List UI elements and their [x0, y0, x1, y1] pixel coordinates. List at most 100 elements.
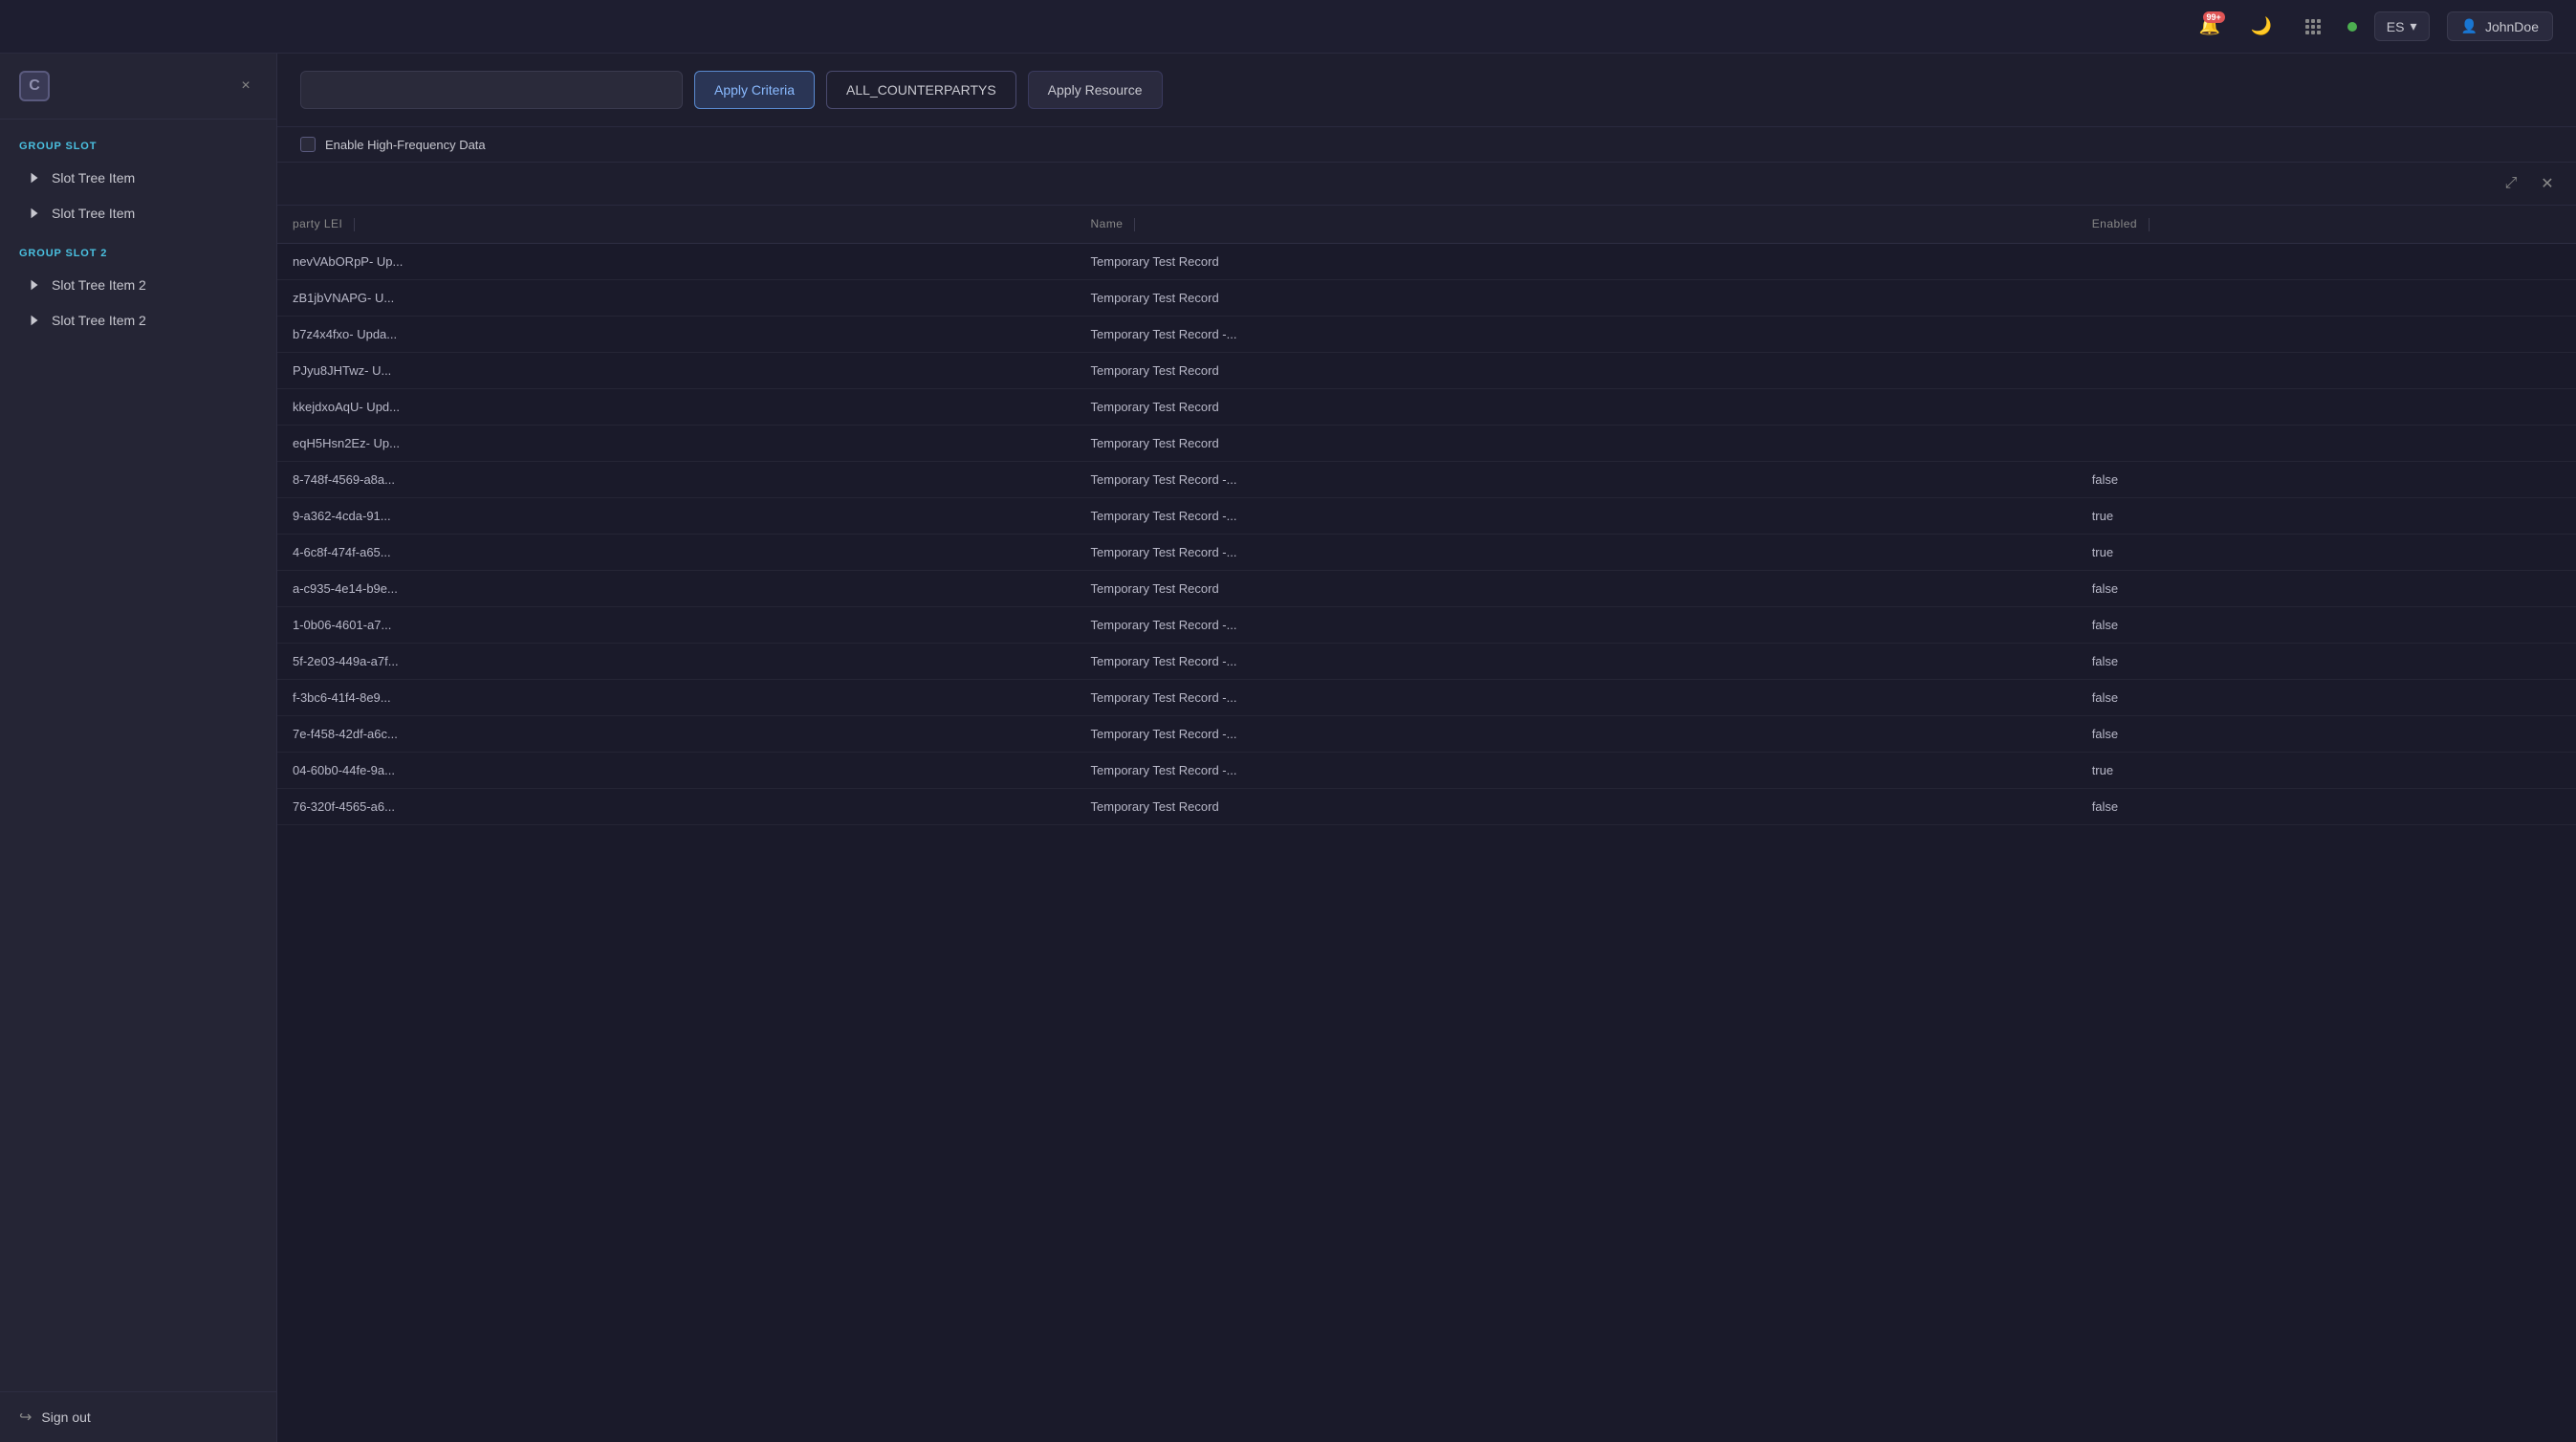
col-header-enabled: Enabled [2077, 206, 2576, 243]
sidebar-item-slot-tree-1[interactable]: Slot Tree Item [8, 161, 269, 195]
cell-lei: b7z4x4fxo- Upda... [277, 316, 1076, 352]
col-header-name: Name [1076, 206, 2077, 243]
sidebar-item-slot-tree-4[interactable]: Slot Tree Item 2 [8, 303, 269, 338]
apply-resource-label: Apply Resource [1048, 82, 1143, 98]
cell-name: Temporary Test Record -... [1076, 461, 2077, 497]
cell-lei: 5f-2e03-449a-a7f... [277, 643, 1076, 679]
cell-enabled: false [2077, 570, 2576, 606]
cell-enabled: false [2077, 715, 2576, 752]
sidebar-header: C × [0, 54, 276, 120]
table-row[interactable]: 5f-2e03-449a-a7f...Temporary Test Record… [277, 643, 2576, 679]
all-counterpartys-button[interactable]: ALL_COUNTERPARTYS [826, 71, 1016, 109]
search-input[interactable] [300, 71, 683, 109]
table-row[interactable]: PJyu8JHTwz- U...Temporary Test Record [277, 352, 2576, 388]
sidebar-content: GROUP SLOT Slot Tree Item Slot Tree Item… [0, 120, 276, 1391]
cell-lei: f-3bc6-41f4-8e9... [277, 679, 1076, 715]
table-row[interactable]: 76-320f-4565-a6...Temporary Test Recordf… [277, 788, 2576, 824]
group-slot-1-label: GROUP SLOT [0, 135, 276, 160]
enable-hf-checkbox[interactable] [300, 137, 316, 152]
table-row[interactable]: 7e-f458-42df-a6c...Temporary Test Record… [277, 715, 2576, 752]
cell-lei: 9-a362-4cda-91... [277, 497, 1076, 534]
cell-enabled: false [2077, 606, 2576, 643]
cell-name: Temporary Test Record -... [1076, 316, 2077, 352]
apply-criteria-button[interactable]: Apply Criteria [694, 71, 815, 109]
cell-lei: eqH5Hsn2Ez- Up... [277, 425, 1076, 461]
sidebar-item-slot-tree-2[interactable]: Slot Tree Item [8, 196, 269, 230]
cell-lei: a-c935-4e14-b9e... [277, 570, 1076, 606]
col-sep-1 [354, 218, 355, 231]
table-row[interactable]: nevVAbORpP- Up...Temporary Test Record [277, 243, 2576, 279]
table-row[interactable]: eqH5Hsn2Ez- Up...Temporary Test Record [277, 425, 2576, 461]
panel-controls: ⤢ ✕ [277, 163, 2576, 206]
cell-lei: nevVAbORpP- Up... [277, 243, 1076, 279]
language-label: ES [2387, 19, 2405, 34]
table-row[interactable]: f-3bc6-41f4-8e9...Temporary Test Record … [277, 679, 2576, 715]
cell-enabled: false [2077, 679, 2576, 715]
cell-name: Temporary Test Record [1076, 279, 2077, 316]
table-row[interactable]: 9-a362-4cda-91...Temporary Test Record -… [277, 497, 2576, 534]
group-slot-2-label: GROUP SLOT 2 [0, 242, 276, 267]
apply-resource-button[interactable]: Apply Resource [1028, 71, 1163, 109]
cell-name: Temporary Test Record -... [1076, 643, 2077, 679]
toolbar: Apply Criteria ALL_COUNTERPARTYS Apply R… [277, 54, 2576, 127]
sign-out-icon: ↪ [19, 1408, 32, 1427]
notif-badge: 99+ [2203, 11, 2225, 24]
arrow-right-icon-2 [27, 206, 42, 221]
grid-button[interactable] [2296, 10, 2330, 44]
arrow-right-icon-3 [27, 277, 42, 293]
cell-enabled [2077, 316, 2576, 352]
cell-enabled [2077, 243, 2576, 279]
status-indicator [2347, 22, 2357, 32]
cell-lei: 8-748f-4569-a8a... [277, 461, 1076, 497]
table-row[interactable]: 1-0b06-4601-a7...Temporary Test Record -… [277, 606, 2576, 643]
arrow-right-icon [27, 170, 42, 186]
cell-name: Temporary Test Record [1076, 570, 2077, 606]
cell-name: Temporary Test Record -... [1076, 497, 2077, 534]
sidebar-item-slot-tree-3[interactable]: Slot Tree Item 2 [8, 268, 269, 302]
sign-out-label: Sign out [41, 1409, 90, 1425]
cell-name: Temporary Test Record -... [1076, 752, 2077, 788]
data-panel: ⤢ ✕ party LEI Name [277, 163, 2576, 1442]
notifications-button[interactable]: 🔔 99+ [2193, 10, 2227, 44]
cell-lei: 1-0b06-4601-a7... [277, 606, 1076, 643]
cell-name: Temporary Test Record -... [1076, 715, 2077, 752]
cell-enabled [2077, 279, 2576, 316]
cell-lei: PJyu8JHTwz- U... [277, 352, 1076, 388]
slot-tree-item-1-label: Slot Tree Item [52, 170, 135, 186]
cell-enabled: false [2077, 461, 2576, 497]
language-selector[interactable]: ES ▾ [2374, 11, 2430, 41]
main-layout: C × GROUP SLOT Slot Tree Item Slot Tree … [0, 54, 2576, 1442]
cell-enabled: true [2077, 497, 2576, 534]
data-table: party LEI Name Enabled [277, 206, 2576, 825]
enable-hf-row: Enable High-Frequency Data [277, 127, 2576, 163]
slot-tree-item-3-label: Slot Tree Item 2 [52, 277, 146, 293]
moon-icon[interactable]: 🌙 [2244, 10, 2279, 44]
sidebar: C × GROUP SLOT Slot Tree Item Slot Tree … [0, 54, 277, 1442]
user-menu[interactable]: 👤 JohnDoe [2447, 11, 2553, 41]
sidebar-close-button[interactable]: × [234, 75, 257, 98]
close-panel-button[interactable]: ✕ [2534, 170, 2561, 197]
content-area: Apply Criteria ALL_COUNTERPARTYS Apply R… [277, 54, 2576, 1442]
cell-enabled: false [2077, 643, 2576, 679]
table-row[interactable]: b7z4x4fxo- Upda...Temporary Test Record … [277, 316, 2576, 352]
cell-enabled [2077, 425, 2576, 461]
table-row[interactable]: a-c935-4e14-b9e...Temporary Test Recordf… [277, 570, 2576, 606]
table-row[interactable]: 04-60b0-44fe-9a...Temporary Test Record … [277, 752, 2576, 788]
arrow-right-icon-4 [27, 313, 42, 328]
cell-enabled: true [2077, 752, 2576, 788]
cell-enabled: true [2077, 534, 2576, 570]
cell-name: Temporary Test Record [1076, 788, 2077, 824]
cell-enabled: false [2077, 788, 2576, 824]
table-row[interactable]: 8-748f-4569-a8a...Temporary Test Record … [277, 461, 2576, 497]
cell-lei: 76-320f-4565-a6... [277, 788, 1076, 824]
expand-panel-button[interactable]: ⤢ [2498, 170, 2524, 197]
sign-out-button[interactable]: ↪ Sign out [0, 1391, 276, 1442]
table-row[interactable]: kkejdxoAqU- Upd...Temporary Test Record [277, 388, 2576, 425]
table-wrapper[interactable]: party LEI Name Enabled [277, 206, 2576, 1442]
table-row[interactable]: 4-6c8f-474f-a65...Temporary Test Record … [277, 534, 2576, 570]
user-icon: 👤 [2461, 18, 2478, 34]
cell-name: Temporary Test Record -... [1076, 606, 2077, 643]
table-row[interactable]: zB1jbVNAPG- U...Temporary Test Record [277, 279, 2576, 316]
cell-name: Temporary Test Record -... [1076, 679, 2077, 715]
cell-lei: 4-6c8f-474f-a65... [277, 534, 1076, 570]
